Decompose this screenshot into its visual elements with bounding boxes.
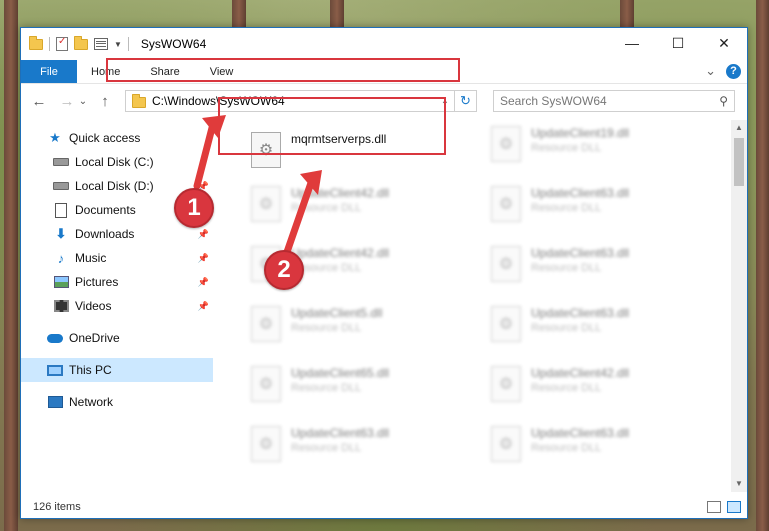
sidebar-item-onedrive[interactable]: OneDrive bbox=[21, 326, 213, 350]
recent-locations-button[interactable]: ⌄ bbox=[77, 96, 89, 107]
music-icon: ♪ bbox=[57, 250, 65, 266]
drive-icon bbox=[53, 158, 69, 166]
file-list: ⚙ mqrmtserverps.dll ⚙ UpdateClient42.dll… bbox=[231, 120, 737, 492]
step-1-badge: 1 bbox=[174, 188, 214, 228]
background-tree bbox=[4, 0, 18, 531]
file-item[interactable]: ⚙ UpdateClient63.dll Resource DLL bbox=[481, 180, 701, 228]
sidebar-item-network[interactable]: Network bbox=[21, 390, 213, 414]
status-bar: 126 items bbox=[21, 496, 747, 518]
file-highlight bbox=[218, 97, 446, 155]
navigation-pane: ★ Quick access Local Disk (C:) Local Dis… bbox=[21, 120, 213, 480]
step-2-badge: 2 bbox=[264, 250, 304, 290]
background-tree bbox=[620, 0, 634, 30]
pictures-icon bbox=[53, 276, 69, 288]
dll-file-icon: ⚙ bbox=[251, 306, 281, 342]
dll-file-icon: ⚙ bbox=[251, 426, 281, 462]
maximize-button[interactable]: ☐ bbox=[655, 28, 701, 58]
drive-icon bbox=[53, 182, 69, 190]
scrollbar-thumb[interactable] bbox=[734, 138, 744, 186]
tab-file[interactable]: File bbox=[21, 60, 77, 83]
back-button[interactable]: ← bbox=[29, 93, 49, 110]
sidebar-item-videos[interactable]: Videos 📌 bbox=[21, 294, 213, 318]
sidebar-item-quick-access[interactable]: ★ Quick access bbox=[21, 126, 213, 150]
dll-file-icon: ⚙ bbox=[251, 186, 281, 222]
dll-file-icon: ⚙ bbox=[491, 246, 521, 282]
close-button[interactable]: ✕ bbox=[701, 28, 747, 58]
minimize-button[interactable]: — bbox=[609, 28, 655, 58]
pin-icon[interactable]: 📌 bbox=[198, 301, 209, 312]
file-item[interactable]: ⚙ UpdateClient5.dll Resource DLL bbox=[241, 300, 461, 348]
scroll-up-icon[interactable]: ▲ bbox=[731, 120, 747, 136]
file-item[interactable]: ⚙ UpdateClient19.dll Resource DLL bbox=[481, 120, 701, 168]
cloud-icon bbox=[47, 333, 63, 343]
file-item[interactable]: ⚙ UpdateClient63.dll Resource DLL bbox=[481, 420, 701, 468]
document-icon bbox=[55, 202, 67, 218]
background-tree bbox=[232, 0, 246, 30]
expand-ribbon-icon[interactable]: ⌄ bbox=[705, 63, 716, 79]
file-item[interactable]: ⚙ UpdateClient63.dll Resource DLL bbox=[481, 300, 701, 348]
scroll-down-icon[interactable]: ▼ bbox=[731, 476, 747, 492]
large-icons-view-icon[interactable] bbox=[727, 501, 741, 513]
search-input[interactable]: Search SysWOW64 ⚲ bbox=[493, 90, 735, 112]
file-item[interactable]: ⚙ UpdateClient63.dll Resource DLL bbox=[241, 420, 461, 468]
customize-view-icon[interactable] bbox=[94, 38, 108, 50]
videos-icon bbox=[53, 300, 69, 312]
folder-icon[interactable] bbox=[29, 35, 43, 50]
star-icon: ★ bbox=[49, 130, 61, 145]
background-tree bbox=[330, 0, 344, 30]
dll-file-icon: ⚙ bbox=[491, 426, 521, 462]
download-icon: ⬇ bbox=[55, 226, 67, 241]
refresh-icon[interactable]: ↻ bbox=[454, 91, 476, 111]
help-icon[interactable]: ? bbox=[726, 63, 741, 79]
vertical-scrollbar[interactable]: ▲ ▼ bbox=[731, 120, 747, 492]
window-title: SysWOW64 bbox=[140, 37, 207, 51]
details-view-icon[interactable] bbox=[707, 501, 721, 513]
file-item[interactable]: ⚙ UpdateClient65.dll Resource DLL bbox=[241, 360, 461, 408]
new-folder-icon[interactable] bbox=[74, 35, 88, 50]
item-count: 126 items bbox=[33, 501, 81, 513]
pin-icon[interactable]: 📌 bbox=[198, 277, 209, 288]
dll-file-icon: ⚙ bbox=[491, 306, 521, 342]
quick-access-toolbar: ▼ bbox=[21, 35, 129, 51]
properties-icon[interactable] bbox=[56, 36, 68, 51]
title-bar: ▼ SysWOW64 — ☐ ✕ bbox=[21, 28, 747, 60]
pin-icon[interactable]: 📌 bbox=[198, 229, 209, 240]
file-item[interactable]: ⚙ UpdateClient63.dll Resource DLL bbox=[481, 240, 701, 288]
sidebar-item-this-pc[interactable]: This PC bbox=[21, 358, 213, 382]
file-item[interactable]: ⚙ UpdateClient42.dllResource DLL bbox=[241, 180, 461, 228]
background-tree bbox=[756, 0, 769, 531]
forward-button[interactable]: → bbox=[57, 93, 77, 110]
up-button[interactable]: ↑ bbox=[95, 93, 115, 110]
dll-file-icon: ⚙ bbox=[491, 186, 521, 222]
address-bar-highlight bbox=[106, 58, 460, 82]
qat-dropdown-icon[interactable]: ▼ bbox=[114, 40, 122, 49]
sidebar-item-music[interactable]: ♪ Music 📌 bbox=[21, 246, 213, 270]
sidebar-item-pictures[interactable]: Pictures 📌 bbox=[21, 270, 213, 294]
search-icon: ⚲ bbox=[719, 94, 728, 108]
dll-file-icon: ⚙ bbox=[251, 366, 281, 402]
dll-file-icon: ⚙ bbox=[491, 126, 521, 162]
computer-icon bbox=[47, 364, 63, 376]
dll-file-icon: ⚙ bbox=[491, 366, 521, 402]
pin-icon[interactable]: 📌 bbox=[198, 253, 209, 264]
folder-icon bbox=[132, 94, 146, 108]
network-icon bbox=[47, 396, 63, 408]
file-item[interactable]: ⚙ UpdateClient42.dllResource DLL bbox=[481, 360, 701, 408]
search-placeholder: Search SysWOW64 bbox=[500, 94, 607, 108]
window-controls: — ☐ ✕ bbox=[609, 28, 747, 58]
sidebar-item-local-disk-c[interactable]: Local Disk (C:) bbox=[21, 150, 213, 174]
